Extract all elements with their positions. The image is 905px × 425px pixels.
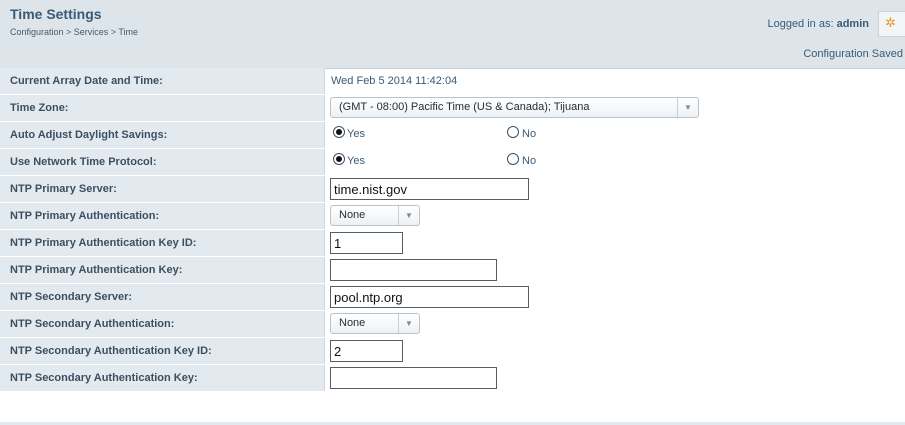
ntp-primary-auth-value: None <box>339 209 366 221</box>
chevron-down-icon: ▼ <box>405 211 413 220</box>
use-ntp-yes-radio[interactable] <box>333 153 345 165</box>
row-current-time: Current Array Date and Time: Wed Feb 5 2… <box>0 68 905 95</box>
row-ntp-primary-key-id: NTP Primary Authentication Key ID: <box>0 230 905 257</box>
chevron-down-icon: ▼ <box>684 103 692 112</box>
time-zone-select[interactable]: (GMT - 08:00) Pacific Time (US & Canada)… <box>330 97 699 118</box>
current-time-label: Current Array Date and Time: <box>10 75 163 87</box>
row-time-zone: Time Zone: (GMT - 08:00) Pacific Time (U… <box>0 95 905 122</box>
ntp-primary-key-label: NTP Primary Authentication Key: <box>10 264 183 276</box>
current-time-value: Wed Feb 5 2014 11:42:04 <box>331 75 458 87</box>
row-ntp-primary-key: NTP Primary Authentication Key: <box>0 257 905 284</box>
ntp-secondary-auth-label: NTP Secondary Authentication: <box>10 318 175 330</box>
use-ntp-yes-label: Yes <box>347 155 365 167</box>
time-zone-label: Time Zone: <box>10 102 69 114</box>
ntp-primary-key-id-input[interactable] <box>330 232 403 254</box>
use-ntp-no-label: No <box>522 155 537 167</box>
time-settings-form: Current Array Date and Time: Wed Feb 5 2… <box>0 68 905 392</box>
ntp-primary-key-input[interactable] <box>330 259 497 281</box>
configuration-status: Configuration Saved <box>803 48 903 60</box>
page-header: Time Settings Configuration > Services >… <box>0 0 905 69</box>
auto-dst-yes-radio[interactable] <box>333 126 345 138</box>
ntp-primary-auth-label: NTP Primary Authentication: <box>10 210 160 222</box>
logged-in-label: Logged in as: <box>767 18 834 30</box>
auto-dst-label: Auto Adjust Daylight Savings: <box>10 129 168 141</box>
row-ntp-secondary-auth: NTP Secondary Authentication: None ▼ <box>0 311 905 338</box>
ntp-primary-server-input[interactable] <box>330 178 529 200</box>
ntp-secondary-auth-value: None <box>339 317 366 329</box>
username: admin <box>836 18 869 30</box>
page-title: Time Settings <box>10 6 102 22</box>
login-status: Logged in as: admin <box>767 18 869 30</box>
time-zone-value: (GMT - 08:00) Pacific Time (US & Canada)… <box>339 101 590 113</box>
row-ntp-primary-auth: NTP Primary Authentication: None ▼ <box>0 203 905 230</box>
row-ntp-primary-server: NTP Primary Server: <box>0 176 905 203</box>
ntp-secondary-server-label: NTP Secondary Server: <box>10 291 133 303</box>
row-auto-dst: Auto Adjust Daylight Savings: Yes No <box>0 122 905 149</box>
row-use-ntp: Use Network Time Protocol: Yes No <box>0 149 905 176</box>
time-settings-page: Time Settings Configuration > Services >… <box>0 0 905 425</box>
ntp-secondary-key-id-input[interactable] <box>330 340 403 362</box>
chevron-down-icon: ▼ <box>405 319 413 328</box>
ntp-primary-server-label: NTP Primary Server: <box>10 183 117 195</box>
gear-icon: ✲ <box>885 15 896 30</box>
breadcrumb: Configuration > Services > Time <box>10 27 139 37</box>
use-ntp-label: Use Network Time Protocol: <box>10 156 157 168</box>
row-ntp-secondary-key: NTP Secondary Authentication Key: <box>0 365 905 392</box>
auto-dst-no-label: No <box>522 128 537 140</box>
row-ntp-secondary-key-id: NTP Secondary Authentication Key ID: <box>0 338 905 365</box>
settings-button[interactable]: ✲ <box>878 11 905 37</box>
ntp-secondary-key-label: NTP Secondary Authentication Key: <box>10 372 198 384</box>
use-ntp-no-radio[interactable] <box>507 153 519 165</box>
ntp-secondary-key-id-label: NTP Secondary Authentication Key ID: <box>10 345 212 357</box>
ntp-secondary-auth-select[interactable]: None ▼ <box>330 313 420 334</box>
ntp-secondary-server-input[interactable] <box>330 286 529 308</box>
ntp-primary-auth-select[interactable]: None ▼ <box>330 205 420 226</box>
ntp-primary-key-id-label: NTP Primary Authentication Key ID: <box>10 237 197 249</box>
row-ntp-secondary-server: NTP Secondary Server: <box>0 284 905 311</box>
auto-dst-yes-label: Yes <box>347 128 365 140</box>
ntp-secondary-key-input[interactable] <box>330 367 497 389</box>
auto-dst-no-radio[interactable] <box>507 126 519 138</box>
